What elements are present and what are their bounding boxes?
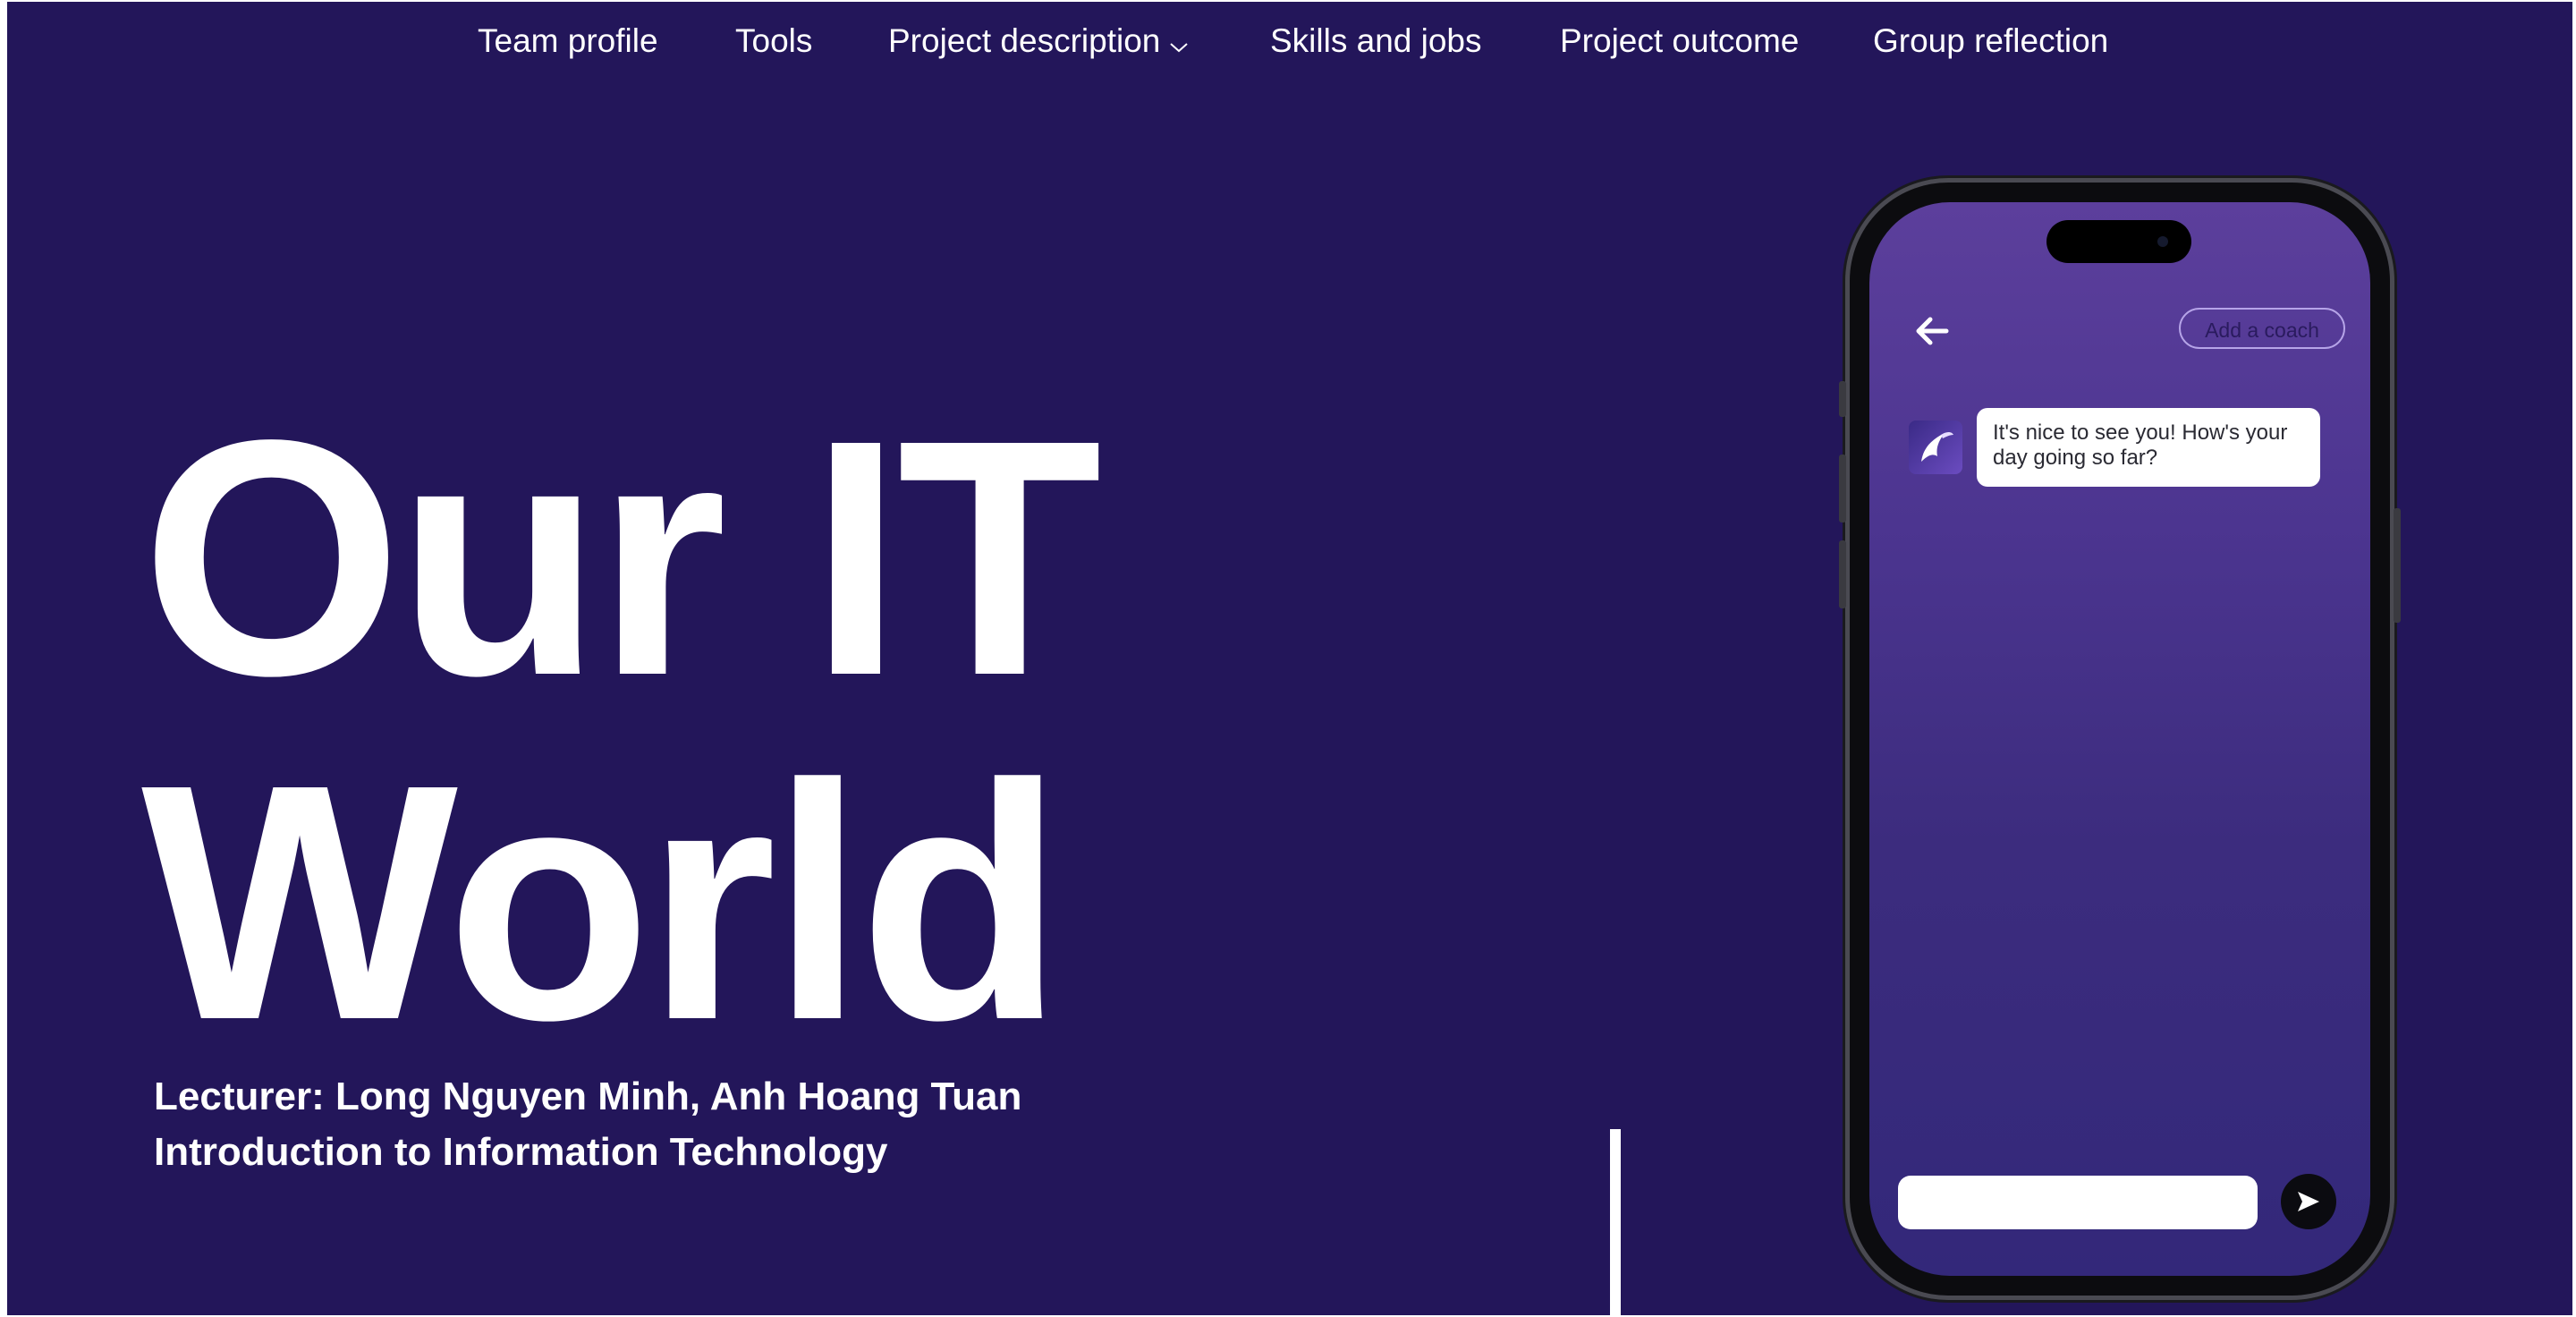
- course-title: Introduction to Information Technology: [154, 1130, 888, 1174]
- chevron-down-icon: [1169, 20, 1189, 66]
- hero-title: Our IT World: [141, 371, 1102, 1090]
- phone-mockup: Add a coach It's nice to see you! How's …: [1839, 183, 2401, 1296]
- vertical-divider: [1610, 1129, 1621, 1315]
- arrow-left-icon[interactable]: [1912, 311, 1952, 351]
- nav-project-description-label: Project description: [888, 22, 1161, 59]
- nav-team-profile[interactable]: Team profile: [478, 18, 658, 64]
- nav-project-description[interactable]: Project description: [888, 18, 1189, 66]
- phone-volume-down-button: [1839, 540, 1846, 608]
- page: Team profile Tools Project description S…: [7, 2, 2572, 1315]
- message-input[interactable]: [1898, 1176, 2258, 1229]
- phone-volume-up-button: [1839, 455, 1846, 523]
- coach-avatar-icon: [1909, 421, 1962, 474]
- phone-power-button: [2394, 508, 2401, 623]
- chat-message-bubble: It's nice to see you! How's your day goi…: [1977, 408, 2320, 487]
- send-icon[interactable]: [2281, 1174, 2336, 1229]
- top-nav: Team profile Tools Project description S…: [7, 18, 2572, 64]
- nav-skills-and-jobs[interactable]: Skills and jobs: [1270, 18, 1482, 64]
- phone-screen: Add a coach It's nice to see you! How's …: [1869, 202, 2370, 1276]
- hero-title-line-1: Our IT: [141, 371, 1102, 745]
- nav-tools[interactable]: Tools: [735, 18, 812, 64]
- lecturer-text: Lecturer: Long Nguyen Minh, Anh Hoang Tu…: [154, 1075, 1022, 1118]
- nav-group-reflection[interactable]: Group reflection: [1873, 18, 2108, 64]
- add-coach-button[interactable]: Add a coach: [2179, 308, 2345, 349]
- nav-project-outcome[interactable]: Project outcome: [1560, 18, 1799, 64]
- dynamic-island: [2046, 220, 2191, 263]
- hero-title-line-2: World: [141, 716, 1063, 1090]
- phone-side-button: [1839, 381, 1846, 417]
